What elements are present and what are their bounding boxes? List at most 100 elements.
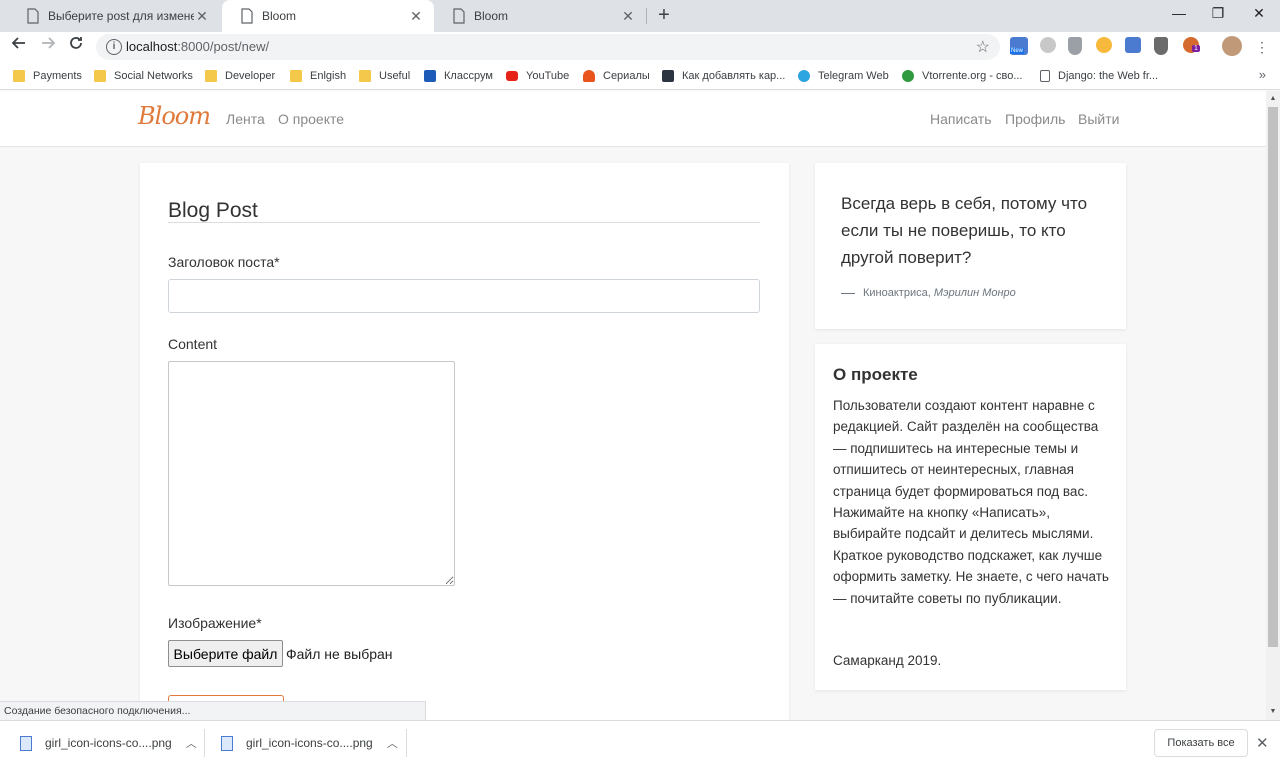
tab-bloom-active[interactable]: Bloom ✕: [222, 0, 434, 32]
flower-extension-icon[interactable]: [1096, 37, 1112, 53]
post-form-card: Blog Post Заголовок поста* Content Изобр…: [140, 163, 789, 720]
window-close-button[interactable]: ✕: [1240, 0, 1278, 28]
page-viewport: Bloom Лента О проекте Написать Профиль В…: [0, 91, 1266, 720]
folder-icon: [94, 70, 106, 82]
page-icon: [453, 8, 465, 24]
tab-separator: [646, 8, 647, 24]
tab-title: Bloom: [262, 9, 297, 23]
bookmarks-overflow-button[interactable]: »: [1259, 67, 1266, 82]
image-file-icon: [20, 735, 32, 751]
quote-role: Киноактриса,: [863, 287, 934, 299]
new-tab-button[interactable]: +: [652, 4, 676, 28]
bookmark-classroom[interactable]: Классрум: [424, 68, 493, 84]
quote-card: Всегда верь в себя, потому что если ты н…: [815, 163, 1126, 329]
choose-file-button[interactable]: Выберите файл: [168, 640, 283, 667]
forward-button[interactable]: [36, 35, 60, 59]
arrow-right-icon: [42, 37, 56, 49]
brand-logo[interactable]: Bloom: [138, 102, 211, 130]
show-all-downloads-button[interactable]: Показать все: [1154, 729, 1248, 757]
page-icon: [241, 8, 253, 24]
arrow-left-icon: [11, 37, 25, 49]
profile-avatar[interactable]: [1222, 36, 1242, 56]
scroll-up-icon[interactable]: ▲: [1266, 92, 1280, 106]
tab-admin[interactable]: Выберите post для изменения | ✕: [8, 0, 220, 32]
bookmark-payments[interactable]: Payments: [13, 68, 82, 84]
restore-button[interactable]: ❐: [1199, 0, 1237, 28]
drive-extension-icon[interactable]: [1040, 37, 1056, 53]
nav-feed-link[interactable]: Лента: [226, 111, 265, 127]
shield-dark-extension-icon[interactable]: [1154, 37, 1168, 55]
status-bar: Создание безопасного подключения...: [0, 701, 426, 721]
bookmark-dark-icon: [662, 70, 674, 82]
about-card: О проекте Пользователи создают контент н…: [815, 344, 1126, 690]
close-icon[interactable]: ✕: [1256, 734, 1269, 752]
close-icon[interactable]: ✕: [620, 8, 636, 24]
scroll-down-icon[interactable]: ▼: [1266, 705, 1280, 719]
nav-about-link[interactable]: О проекте: [278, 111, 344, 127]
folder-icon: [359, 70, 371, 82]
nav-write-link[interactable]: Написать: [930, 111, 991, 127]
bookmark-serials[interactable]: Сериалы: [583, 68, 650, 84]
bookmark-telegram-web[interactable]: Telegram Web: [798, 68, 889, 84]
browser-toolbar: i localhost:8000/post/new/ ☆ New 1 ⋮: [0, 32, 1280, 62]
close-icon[interactable]: ✕: [194, 8, 210, 24]
about-footer: Самарканд 2019.: [833, 653, 942, 668]
post-title-label: Заголовок поста*: [168, 254, 280, 270]
tab-bloom[interactable]: Bloom ✕: [434, 0, 646, 32]
content-textarea[interactable]: [168, 361, 455, 586]
nav-profile-link[interactable]: Профиль: [1005, 111, 1065, 127]
bookmark-label: YouTube: [526, 70, 570, 82]
scroll-thumb[interactable]: [1268, 107, 1278, 647]
bookmark-youtube[interactable]: YouTube: [506, 68, 569, 84]
chevron-up-icon[interactable]: ︿: [186, 735, 197, 751]
bookmark-label: Классрум: [444, 70, 493, 82]
bookmark-vtorrente[interactable]: Vtorrente.org - сво...: [902, 68, 1022, 84]
nav-logout-link[interactable]: Выйти: [1078, 111, 1119, 127]
close-icon[interactable]: ✕: [408, 8, 424, 24]
star-icon[interactable]: ☆: [976, 37, 990, 57]
extension-badge: New: [1010, 48, 1025, 54]
reload-icon: [70, 37, 82, 49]
telegram-icon: [798, 70, 810, 82]
bookmark-label: Developer: [225, 70, 276, 82]
page-icon: [1040, 70, 1050, 82]
post-title-input[interactable]: [168, 279, 760, 313]
bookmark-label: Как добавлять кар...: [682, 70, 786, 82]
about-title: О проекте: [833, 365, 918, 384]
download-shelf: girl_icon-icons-co....png ︿ girl_icon-ic…: [0, 720, 1280, 764]
v-extension-icon[interactable]: [1125, 37, 1141, 53]
quote-citation: Киноактриса, Мэрилин Монро: [841, 287, 1016, 299]
bookmark-django[interactable]: Django: the Web fr...: [1040, 68, 1158, 84]
back-button[interactable]: [7, 35, 31, 59]
download-filename: girl_icon-icons-co....png: [45, 736, 172, 750]
url-path: :8000/post/new/: [177, 39, 270, 54]
file-status-text: Файл не выбран: [286, 646, 393, 662]
download-item[interactable]: girl_icon-icons-co....png ︿: [221, 721, 398, 764]
chevron-up-icon[interactable]: ︿: [387, 735, 398, 751]
bookmark-useful[interactable]: Useful: [359, 68, 410, 84]
bookmark-developer[interactable]: Developer: [205, 68, 275, 84]
extension-new-icon[interactable]: New: [1010, 37, 1028, 55]
tab-title: Bloom: [474, 9, 509, 23]
menu-icon[interactable]: ⋮: [1250, 35, 1274, 59]
image-file-icon: [221, 735, 233, 751]
dash-icon: [841, 292, 855, 294]
folder-icon: [290, 70, 302, 82]
bookmark-english[interactable]: Enlgish: [290, 68, 346, 84]
minimize-button[interactable]: —: [1160, 0, 1198, 28]
address-bar[interactable]: i localhost:8000/post/new/ ☆: [96, 34, 1000, 60]
info-icon[interactable]: i: [106, 39, 122, 55]
reload-button[interactable]: [64, 35, 88, 59]
page-scrollbar[interactable]: ▲ ▼: [1266, 91, 1280, 720]
bookmark-label: Сериалы: [603, 70, 650, 82]
shield-extension-icon[interactable]: [1068, 37, 1082, 55]
download-filename: girl_icon-icons-co....png: [246, 736, 373, 750]
bookmark-label: Enlgish: [310, 70, 347, 82]
bookmark-social-networks[interactable]: Social Networks: [94, 68, 193, 84]
download-item[interactable]: girl_icon-icons-co....png ︿: [20, 721, 197, 764]
avatar-extension-icon[interactable]: 1: [1183, 37, 1200, 53]
url-text[interactable]: localhost:8000/post/new/: [126, 39, 269, 54]
download-separator: [406, 729, 407, 757]
bookmark-how-to-add[interactable]: Как добавлять кар...: [662, 68, 785, 84]
bookmarks-bar: Payments Social Networks Developer Enlgi…: [0, 62, 1280, 90]
